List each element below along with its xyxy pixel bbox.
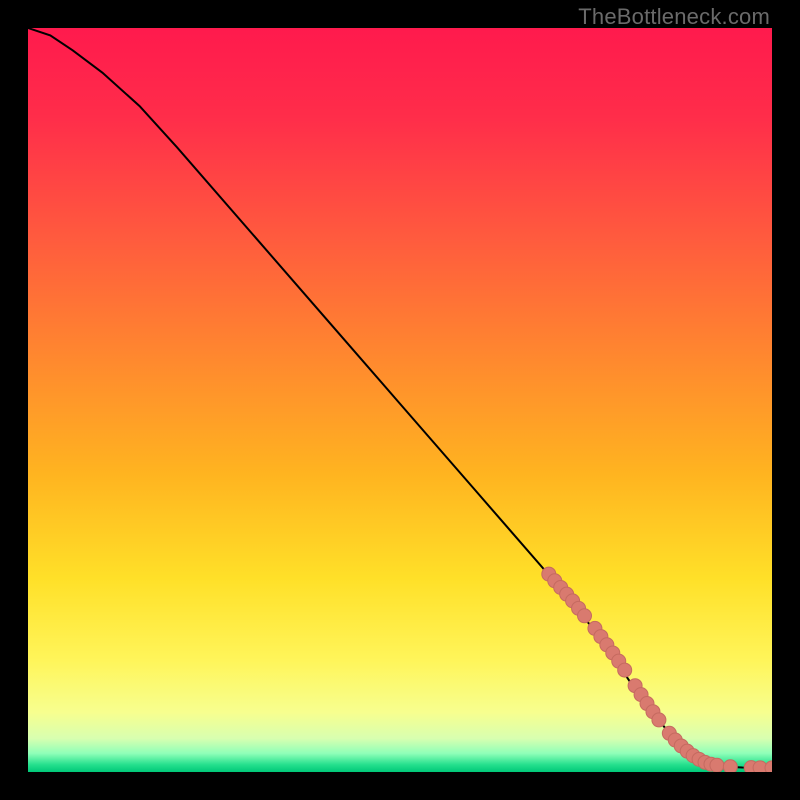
gradient-background xyxy=(28,28,772,772)
curve-marker xyxy=(578,609,592,623)
curve-marker xyxy=(618,663,632,677)
curve-marker xyxy=(710,758,724,772)
chart-frame xyxy=(28,28,772,772)
watermark-text: TheBottleneck.com xyxy=(578,4,770,30)
bottleneck-chart xyxy=(28,28,772,772)
curve-marker xyxy=(723,760,737,772)
curve-marker xyxy=(652,713,666,727)
